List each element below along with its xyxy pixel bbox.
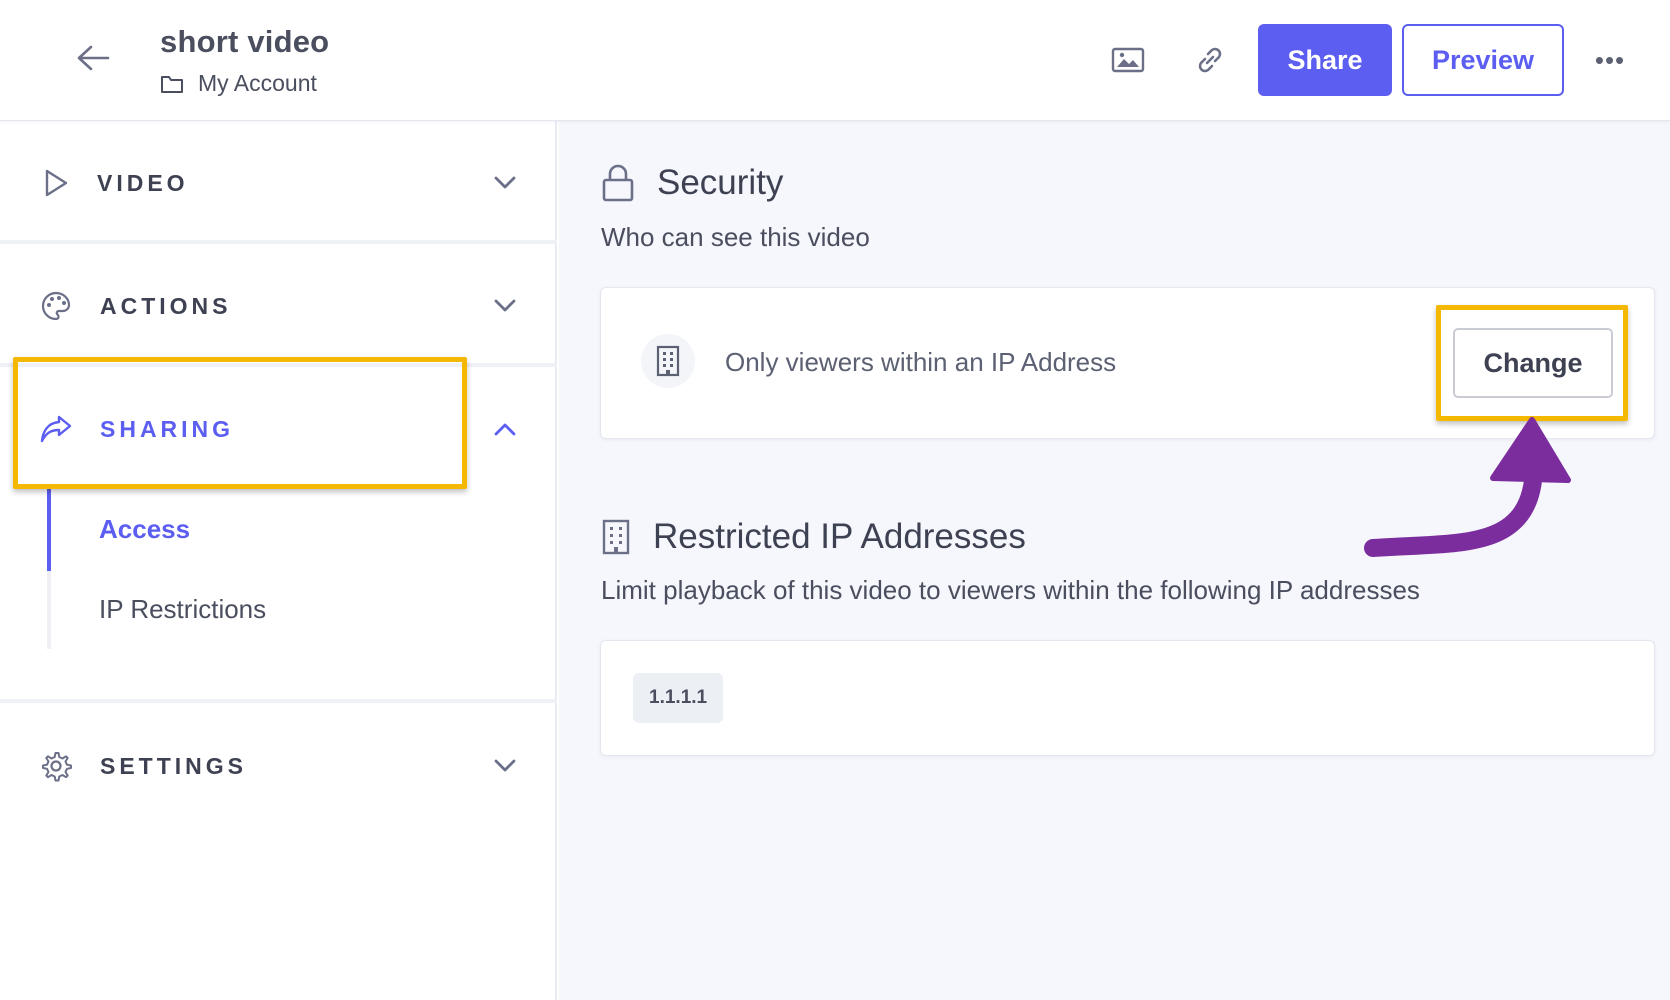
sidebar-section-actions[interactable]: ACTIONS: [0, 244, 557, 368]
ellipsis-icon: •••: [1594, 44, 1626, 75]
sidebar-section-video[interactable]: VIDEO: [0, 121, 557, 245]
restricted-ip-heading: Restricted IP Addresses: [601, 517, 1026, 557]
gear-icon: [36, 746, 76, 786]
sidebar-item-access[interactable]: Access: [99, 514, 190, 545]
thumbnail-button[interactable]: [1104, 38, 1152, 82]
sidebar-section-settings[interactable]: SETTINGS: [0, 704, 557, 828]
ip-list-card: 1.1.1.1: [600, 640, 1655, 756]
sidebar-section-label: SHARING: [100, 415, 235, 442]
title-block: short video My Account: [160, 24, 329, 97]
share-arrow-icon: [36, 409, 76, 449]
sidebar-section-label: VIDEO: [97, 169, 189, 196]
sidebar-section-sharing[interactable]: SHARING: [0, 367, 557, 491]
copy-link-button[interactable]: [1186, 38, 1234, 82]
building-icon: [602, 519, 630, 555]
palette-icon: [36, 286, 76, 326]
folder-icon: [161, 75, 183, 93]
chevron-down-icon: [490, 291, 520, 321]
back-button[interactable]: [66, 38, 120, 78]
more-options-button[interactable]: •••: [1588, 40, 1632, 80]
security-mode-card: Only viewers within an IP Address Change: [600, 287, 1655, 439]
account-breadcrumb[interactable]: My Account: [160, 70, 329, 97]
video-title: short video: [160, 24, 330, 59]
top-header: short video My Account Share Preview •••: [0, 0, 1670, 121]
ip-address-text: 1.1.1.1: [649, 687, 708, 708]
arrow-left-icon: [77, 45, 110, 71]
image-icon: [1111, 47, 1145, 73]
section-divider: [0, 699, 557, 703]
sidebar-item-ip-restrictions[interactable]: IP Restrictions: [99, 594, 266, 625]
section-description: Who can see this video: [601, 222, 870, 252]
sidebar: VIDEO ACTIONS SHARING Access IP Restrict…: [0, 121, 557, 1000]
chevron-down-icon: [490, 751, 520, 781]
chevron-up-icon: [490, 414, 520, 444]
main-content: Security Who can see this video Only vie…: [559, 121, 1670, 1000]
change-button[interactable]: Change: [1453, 328, 1613, 398]
submenu-rail-active: [47, 489, 51, 571]
section-title: Restricted IP Addresses: [653, 517, 1026, 556]
share-button[interactable]: Share: [1258, 24, 1392, 96]
account-name: My Account: [198, 70, 317, 96]
play-icon: [36, 163, 76, 203]
chevron-down-icon: [490, 168, 520, 198]
building-icon: [641, 334, 695, 388]
preview-button[interactable]: Preview: [1402, 24, 1564, 96]
security-heading: Security: [601, 163, 783, 203]
ip-address-tag[interactable]: 1.1.1.1: [633, 673, 724, 723]
sidebar-section-label: SETTINGS: [100, 752, 248, 779]
section-title: Security: [657, 163, 784, 202]
security-mode-text: Only viewers within an IP Address: [725, 347, 1117, 377]
section-description: Limit playback of this video to viewers …: [601, 575, 1420, 605]
sidebar-section-label: ACTIONS: [100, 292, 232, 319]
link-icon: [1198, 47, 1222, 73]
lock-icon: [602, 164, 634, 202]
